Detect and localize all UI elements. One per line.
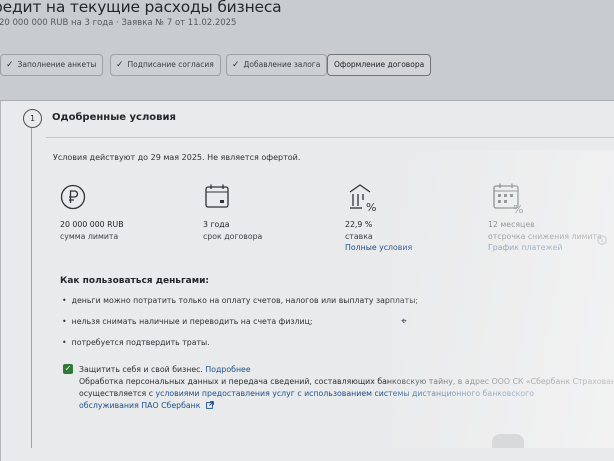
bank-percent-icon: % bbox=[348, 182, 378, 216]
section-number: 1 bbox=[23, 109, 42, 128]
validity-note: Условия действуют до 29 мая 2025. Не явл… bbox=[53, 153, 301, 162]
section-divider bbox=[46, 137, 614, 138]
usage-rule-item: деньги можно потратить только на оплату … bbox=[62, 296, 418, 305]
svg-text:%: % bbox=[366, 201, 376, 212]
service-terms-link[interactable]: условиями предоставления услуг с использ… bbox=[155, 389, 534, 398]
external-link-icon[interactable] bbox=[206, 401, 214, 411]
metric-label-term: срок договора bbox=[203, 232, 263, 241]
step-questionnaire[interactable]: ✓ Заполнение анкеты bbox=[0, 54, 104, 76]
usage-rules-title: Как пользоваться деньгами: bbox=[60, 276, 210, 286]
insurance-line-4: обслуживания ПАО Сбербанк bbox=[79, 401, 214, 411]
calendar-icon bbox=[204, 183, 230, 214]
step-collateral[interactable]: ✓ Добавление залога bbox=[226, 54, 328, 76]
checkmark-icon: ✓ bbox=[232, 60, 240, 70]
step-label: Подписание согласия bbox=[127, 60, 214, 69]
ruble-circle-icon bbox=[60, 184, 86, 214]
metric-value-deferral: 12 месяцев bbox=[488, 220, 535, 229]
metric-value-rate: 22,9 % bbox=[345, 220, 373, 229]
calendar-percent-icon: % bbox=[492, 182, 526, 218]
metric-label-rate: ставка bbox=[345, 232, 373, 241]
insurance-line-3-prefix: осуществляется с bbox=[79, 389, 156, 398]
step-consent[interactable]: ✓ Подписание согласия bbox=[110, 54, 221, 76]
payment-schedule-link[interactable]: График платежей bbox=[488, 243, 563, 252]
page-header: редит на текущие расходы бизнеса 20 000 … bbox=[0, 0, 614, 45]
insurance-checkbox[interactable]: ✓ bbox=[63, 364, 73, 374]
floating-widget[interactable] bbox=[492, 434, 524, 448]
usage-rule-item: нельзя снимать наличные и переводить на … bbox=[62, 317, 313, 326]
insurance-line-3: осуществляется с условиями предоставлени… bbox=[79, 389, 534, 398]
metric-value-amount: 20 000 000 RUB bbox=[60, 220, 124, 229]
checkmark-icon: ✓ bbox=[6, 60, 14, 70]
insurance-more-link[interactable]: Подробнее bbox=[205, 365, 250, 374]
step-label: Добавление залога bbox=[243, 60, 321, 69]
step-contract[interactable]: Оформление договора bbox=[327, 54, 432, 76]
section-title: Одобренные условия bbox=[52, 112, 176, 123]
info-icon[interactable] bbox=[597, 230, 607, 249]
full-conditions-link[interactable]: Полные условия bbox=[345, 243, 412, 252]
checkmark-icon: ✓ bbox=[116, 60, 124, 70]
mouse-cursor-icon: ⌖ bbox=[401, 316, 407, 327]
svg-text:%: % bbox=[513, 203, 523, 214]
insurance-line-1: Защитить себя и свой бизнес. Подробнее bbox=[79, 365, 251, 374]
insurance-line-2: Обработка персональных данных и передача… bbox=[79, 377, 614, 386]
usage-rule-item: потребуется подтвердить траты. bbox=[62, 338, 210, 347]
metric-value-term: 3 года bbox=[203, 220, 230, 229]
application-subtitle: 20 000 000 RUB на 3 года · Заявка № 7 от… bbox=[0, 18, 237, 28]
remote-banking-link[interactable]: обслуживания ПАО Сбербанк bbox=[79, 401, 200, 410]
page-title: редит на текущие расходы бизнеса bbox=[0, 0, 282, 16]
application-steps: ✓ Заполнение анкеты ✓ Подписание согласия … bbox=[0, 54, 614, 76]
metric-label-amount: сумма лимита bbox=[60, 232, 119, 241]
step-label: Заполнение анкеты bbox=[17, 60, 97, 69]
step-label: Оформление договора bbox=[334, 60, 425, 69]
insurance-label: Защитить себя и свой бизнес. bbox=[79, 365, 203, 374]
timeline-line bbox=[31, 128, 32, 448]
metric-label-deferral: отсрочка снижения лимита bbox=[488, 232, 602, 241]
